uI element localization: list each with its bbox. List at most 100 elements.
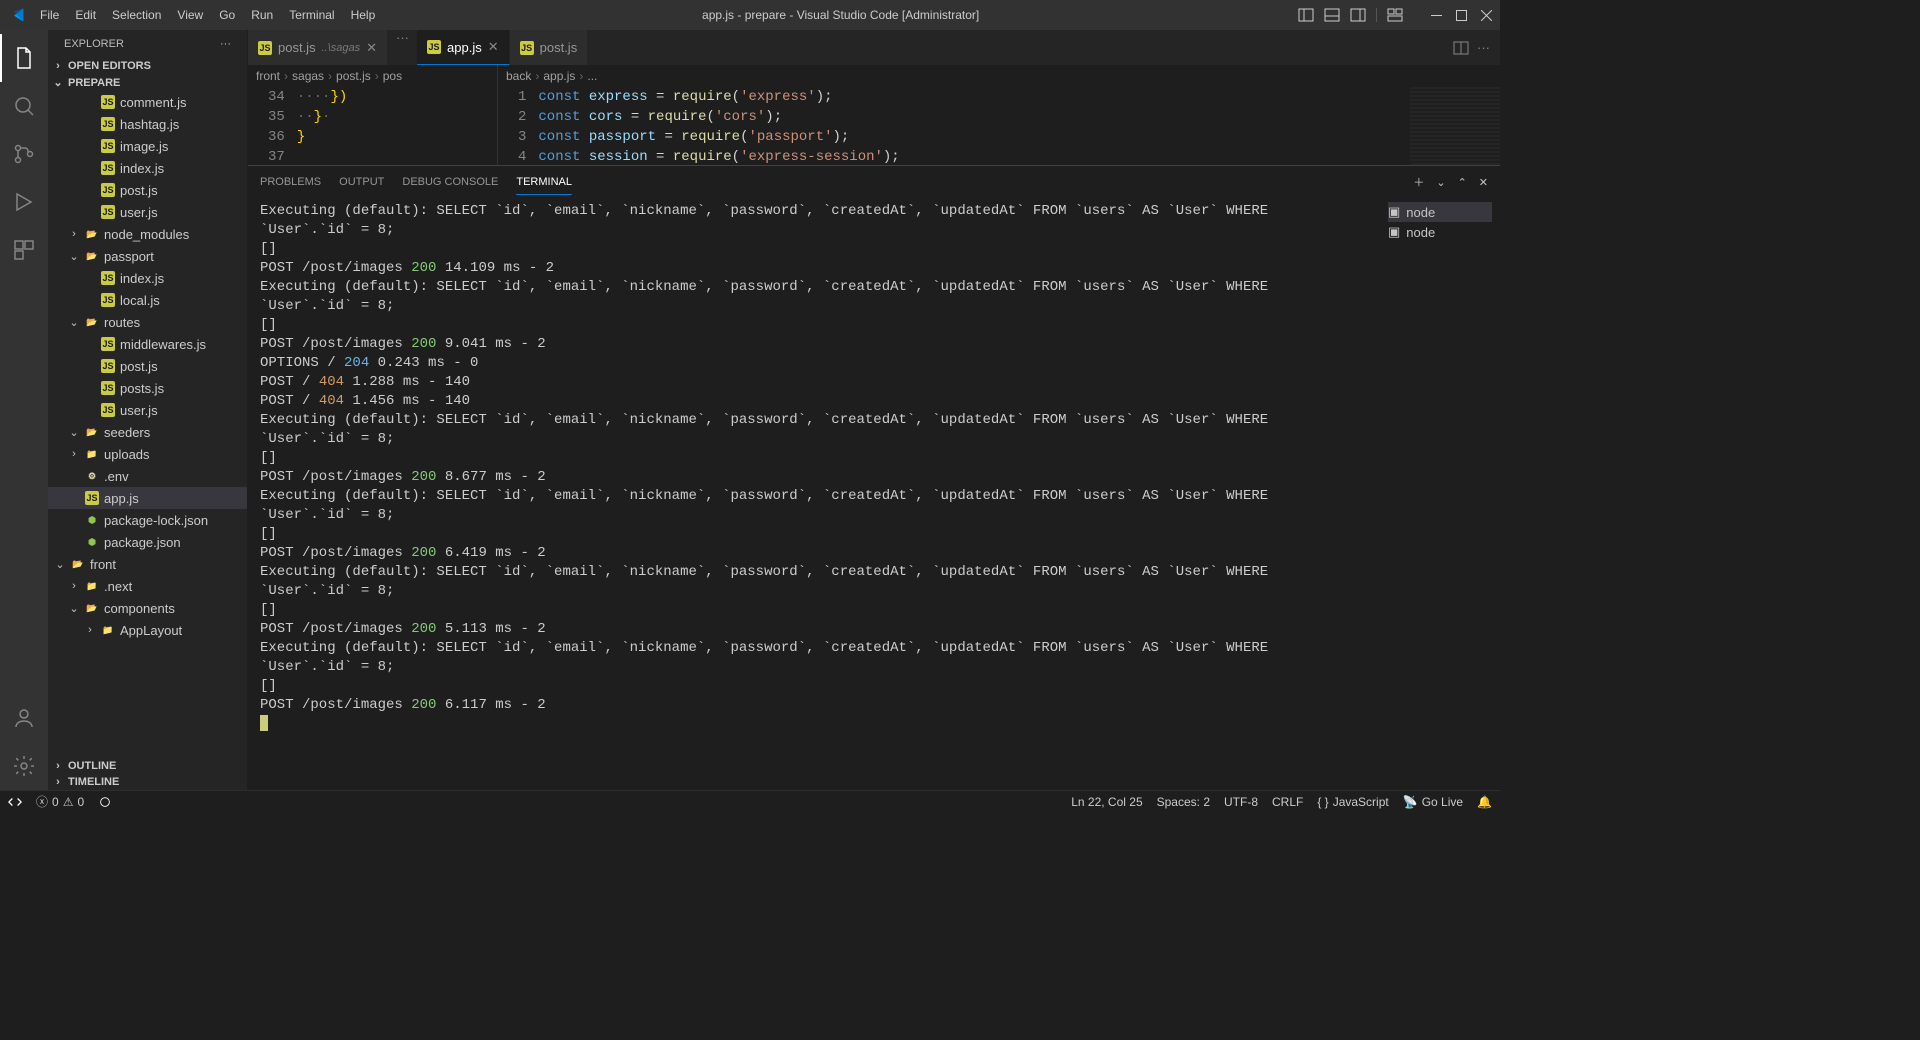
maximize-panel-icon[interactable]: ⌃ xyxy=(1458,176,1467,189)
maximize-icon[interactable] xyxy=(1456,10,1467,21)
tree-item[interactable]: JSpost.js xyxy=(48,355,247,377)
tab[interactable]: JSpost.js..\sagas✕ xyxy=(248,30,388,65)
menu-file[interactable]: File xyxy=(32,4,67,26)
section-outline[interactable]: ›OUTLINE xyxy=(48,758,247,774)
settings-gear-icon[interactable] xyxy=(0,742,48,790)
status-lncol[interactable]: Ln 22, Col 25 xyxy=(1071,795,1142,809)
menu-go[interactable]: Go xyxy=(211,4,243,26)
panel-tab-output[interactable]: OUTPUT xyxy=(339,170,384,194)
tree-item[interactable]: ⌄📂passport xyxy=(48,245,247,267)
source-control-icon[interactable] xyxy=(0,130,48,178)
menu-view[interactable]: View xyxy=(169,4,211,26)
tree-item[interactable]: ›📁AppLayout xyxy=(48,619,247,641)
tree-item[interactable]: JSmiddlewares.js xyxy=(48,333,247,355)
tab-path: ..\sagas xyxy=(322,42,361,54)
tree-item[interactable]: ⌄📂routes xyxy=(48,311,247,333)
tree-item[interactable]: JSuser.js xyxy=(48,399,247,421)
layout-sidebar-right-icon[interactable] xyxy=(1350,7,1366,23)
tree-item[interactable]: JSindex.js xyxy=(48,157,247,179)
tree-item[interactable]: ⌄📂front xyxy=(48,553,247,575)
status-errors[interactable]: ⓧ 0 ⚠ 0 xyxy=(36,793,84,810)
terminal-process[interactable]: ▣ node xyxy=(1388,202,1492,222)
js-file-icon: JS xyxy=(520,41,534,55)
minimize-icon[interactable] xyxy=(1431,10,1442,21)
terminal-list: ▣ node▣ node xyxy=(1380,198,1500,790)
tree-item[interactable]: JSindex.js xyxy=(48,267,247,289)
tree-item[interactable]: JSimage.js xyxy=(48,135,247,157)
chevron-icon: ⌄ xyxy=(68,316,80,329)
tree-item-label: user.js xyxy=(120,403,158,418)
customize-layout-icon[interactable] xyxy=(1387,7,1403,23)
menu-selection[interactable]: Selection xyxy=(104,4,169,26)
tree-item[interactable]: ⚙.env xyxy=(48,465,247,487)
more-icon[interactable]: ··· xyxy=(1477,40,1490,55)
menu-run[interactable]: Run xyxy=(243,4,281,26)
close-icon[interactable]: ✕ xyxy=(488,39,499,55)
chevron-icon: › xyxy=(68,448,80,460)
tree-item[interactable]: ⌄📂seeders xyxy=(48,421,247,443)
tree-item[interactable]: JScomment.js xyxy=(48,91,247,113)
close-icon[interactable] xyxy=(1481,10,1492,21)
new-terminal-icon[interactable]: ＋ xyxy=(1413,174,1424,190)
status-golive[interactable]: 📡 Go Live xyxy=(1403,795,1463,809)
status-eol[interactable]: CRLF xyxy=(1272,795,1303,809)
minimap[interactable] xyxy=(1410,87,1500,165)
status-bell-icon[interactable]: 🔔 xyxy=(1477,795,1492,809)
section-open-editors[interactable]: ›OPEN EDITORS xyxy=(48,58,247,74)
terminal-process[interactable]: ▣ node xyxy=(1388,222,1492,242)
terminal[interactable]: Executing (default): SELECT `id`, `email… xyxy=(248,198,1380,790)
tree-item[interactable]: JSapp.js xyxy=(48,487,247,509)
menu-help[interactable]: Help xyxy=(343,4,384,26)
section-workspace[interactable]: ⌄PREPARE xyxy=(48,74,247,91)
panel-tab-debug-console[interactable]: DEBUG CONSOLE xyxy=(402,170,498,194)
tree-item[interactable]: ⌄📂components xyxy=(48,597,247,619)
tree-item[interactable]: JShashtag.js xyxy=(48,113,247,135)
tree-item-label: routes xyxy=(104,315,140,330)
breadcrumb-item[interactable]: front xyxy=(256,69,280,83)
search-icon[interactable] xyxy=(0,82,48,130)
tree-item[interactable]: ›📁uploads xyxy=(48,443,247,465)
breadcrumb-item[interactable]: ... xyxy=(587,69,597,83)
tab[interactable]: JSapp.js✕ xyxy=(417,30,510,65)
layout-panel-icon[interactable] xyxy=(1324,7,1340,23)
tree-item[interactable]: JSlocal.js xyxy=(48,289,247,311)
breadcrumb-item[interactable]: sagas xyxy=(292,69,324,83)
run-debug-icon[interactable] xyxy=(0,178,48,226)
breadcrumb-item[interactable]: app.js xyxy=(543,69,575,83)
chevron-down-icon[interactable]: ⌄ xyxy=(1436,176,1445,189)
split-editor-icon[interactable] xyxy=(1453,40,1469,56)
breadcrumb-item[interactable]: post.js xyxy=(336,69,371,83)
status-lang[interactable]: { } JavaScript xyxy=(1317,795,1388,809)
layout-sidebar-left-icon[interactable] xyxy=(1298,7,1314,23)
tree-item[interactable]: ›📂node_modules xyxy=(48,223,247,245)
breadcrumb-item[interactable]: pos xyxy=(383,69,402,83)
tree-item[interactable]: ›📁.next xyxy=(48,575,247,597)
panel-tab-terminal[interactable]: TERMINAL xyxy=(516,170,572,195)
close-icon[interactable]: ✕ xyxy=(366,40,377,56)
explorer-icon[interactable] xyxy=(0,34,48,82)
folder-icon: 📁 xyxy=(85,579,99,593)
tree-item[interactable]: JSposts.js xyxy=(48,377,247,399)
more-icon[interactable]: ··· xyxy=(220,38,231,50)
folder-icon: 📁 xyxy=(85,447,99,461)
tab[interactable]: JSpost.js xyxy=(510,30,589,65)
close-panel-icon[interactable]: ✕ xyxy=(1479,176,1488,189)
menu-terminal[interactable]: Terminal xyxy=(281,4,342,26)
extensions-icon[interactable] xyxy=(0,226,48,274)
section-timeline[interactable]: ›TIMELINE xyxy=(48,774,247,790)
panel-tab-problems[interactable]: PROBLEMS xyxy=(260,170,321,194)
breadcrumb-item[interactable]: back xyxy=(506,69,531,83)
status-spaces[interactable]: Spaces: 2 xyxy=(1157,795,1210,809)
tree-item[interactable]: JSpost.js xyxy=(48,179,247,201)
more-icon[interactable]: ··· xyxy=(396,30,409,65)
tree-item[interactable]: ⬢package.json xyxy=(48,531,247,553)
status-ports-icon[interactable] xyxy=(98,795,112,809)
menu-edit[interactable]: Edit xyxy=(67,4,104,26)
remote-icon[interactable] xyxy=(8,795,22,809)
breadcrumb-right[interactable]: back › app.js › ... xyxy=(498,65,1500,87)
breadcrumb-left[interactable]: front › sagas › post.js › pos xyxy=(248,65,497,87)
accounts-icon[interactable] xyxy=(0,694,48,742)
status-encoding[interactable]: UTF-8 xyxy=(1224,795,1258,809)
tree-item[interactable]: ⬢package-lock.json xyxy=(48,509,247,531)
tree-item[interactable]: JSuser.js xyxy=(48,201,247,223)
